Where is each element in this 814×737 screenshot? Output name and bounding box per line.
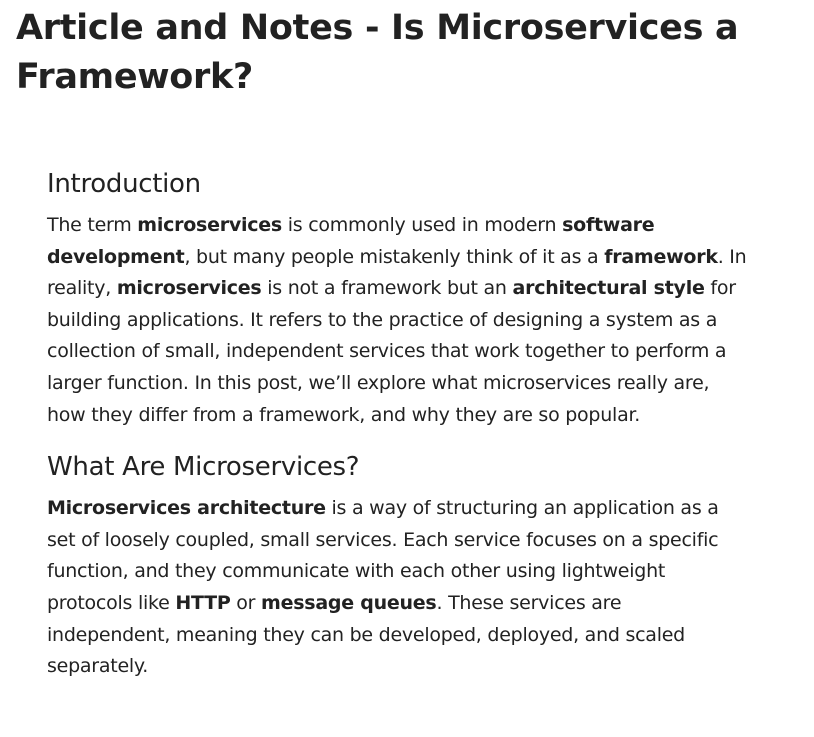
bold-term: Microservices architecture: [47, 497, 326, 520]
paragraph-text: or: [230, 591, 262, 614]
paragraph-text: The term: [47, 214, 138, 236]
paragraph-text: is not a framework but an: [261, 277, 513, 300]
section-heading-what-are-microservices: What Are Microservices?: [47, 452, 360, 483]
section-heading-introduction: Introduction: [47, 169, 201, 199]
bold-term: framework: [604, 245, 718, 268]
bold-term: message queues: [261, 591, 437, 614]
section-paragraph-what-are-microservices: Microservices architecture is a way of s…: [47, 493, 747, 683]
article-body: Introduction The term microservices is c…: [47, 164, 747, 683]
article-page: Article and Notes - Is Microservices a F…: [0, 0, 814, 737]
section-paragraph-introduction: The term microservices is commonly used …: [47, 210, 747, 431]
bold-term: HTTP: [175, 591, 231, 614]
bold-term: microservices: [116, 277, 262, 300]
bold-term: architectural style: [512, 277, 705, 300]
paragraph-text: for building applications. It refers to …: [47, 277, 736, 426]
paragraph-text: , but many people mistakenly think of it…: [184, 245, 605, 268]
bold-term: microservices: [137, 214, 282, 236]
paragraph-text: is commonly used in modern: [281, 214, 563, 236]
page-title: Article and Notes - Is Microservices a F…: [16, 8, 739, 97]
